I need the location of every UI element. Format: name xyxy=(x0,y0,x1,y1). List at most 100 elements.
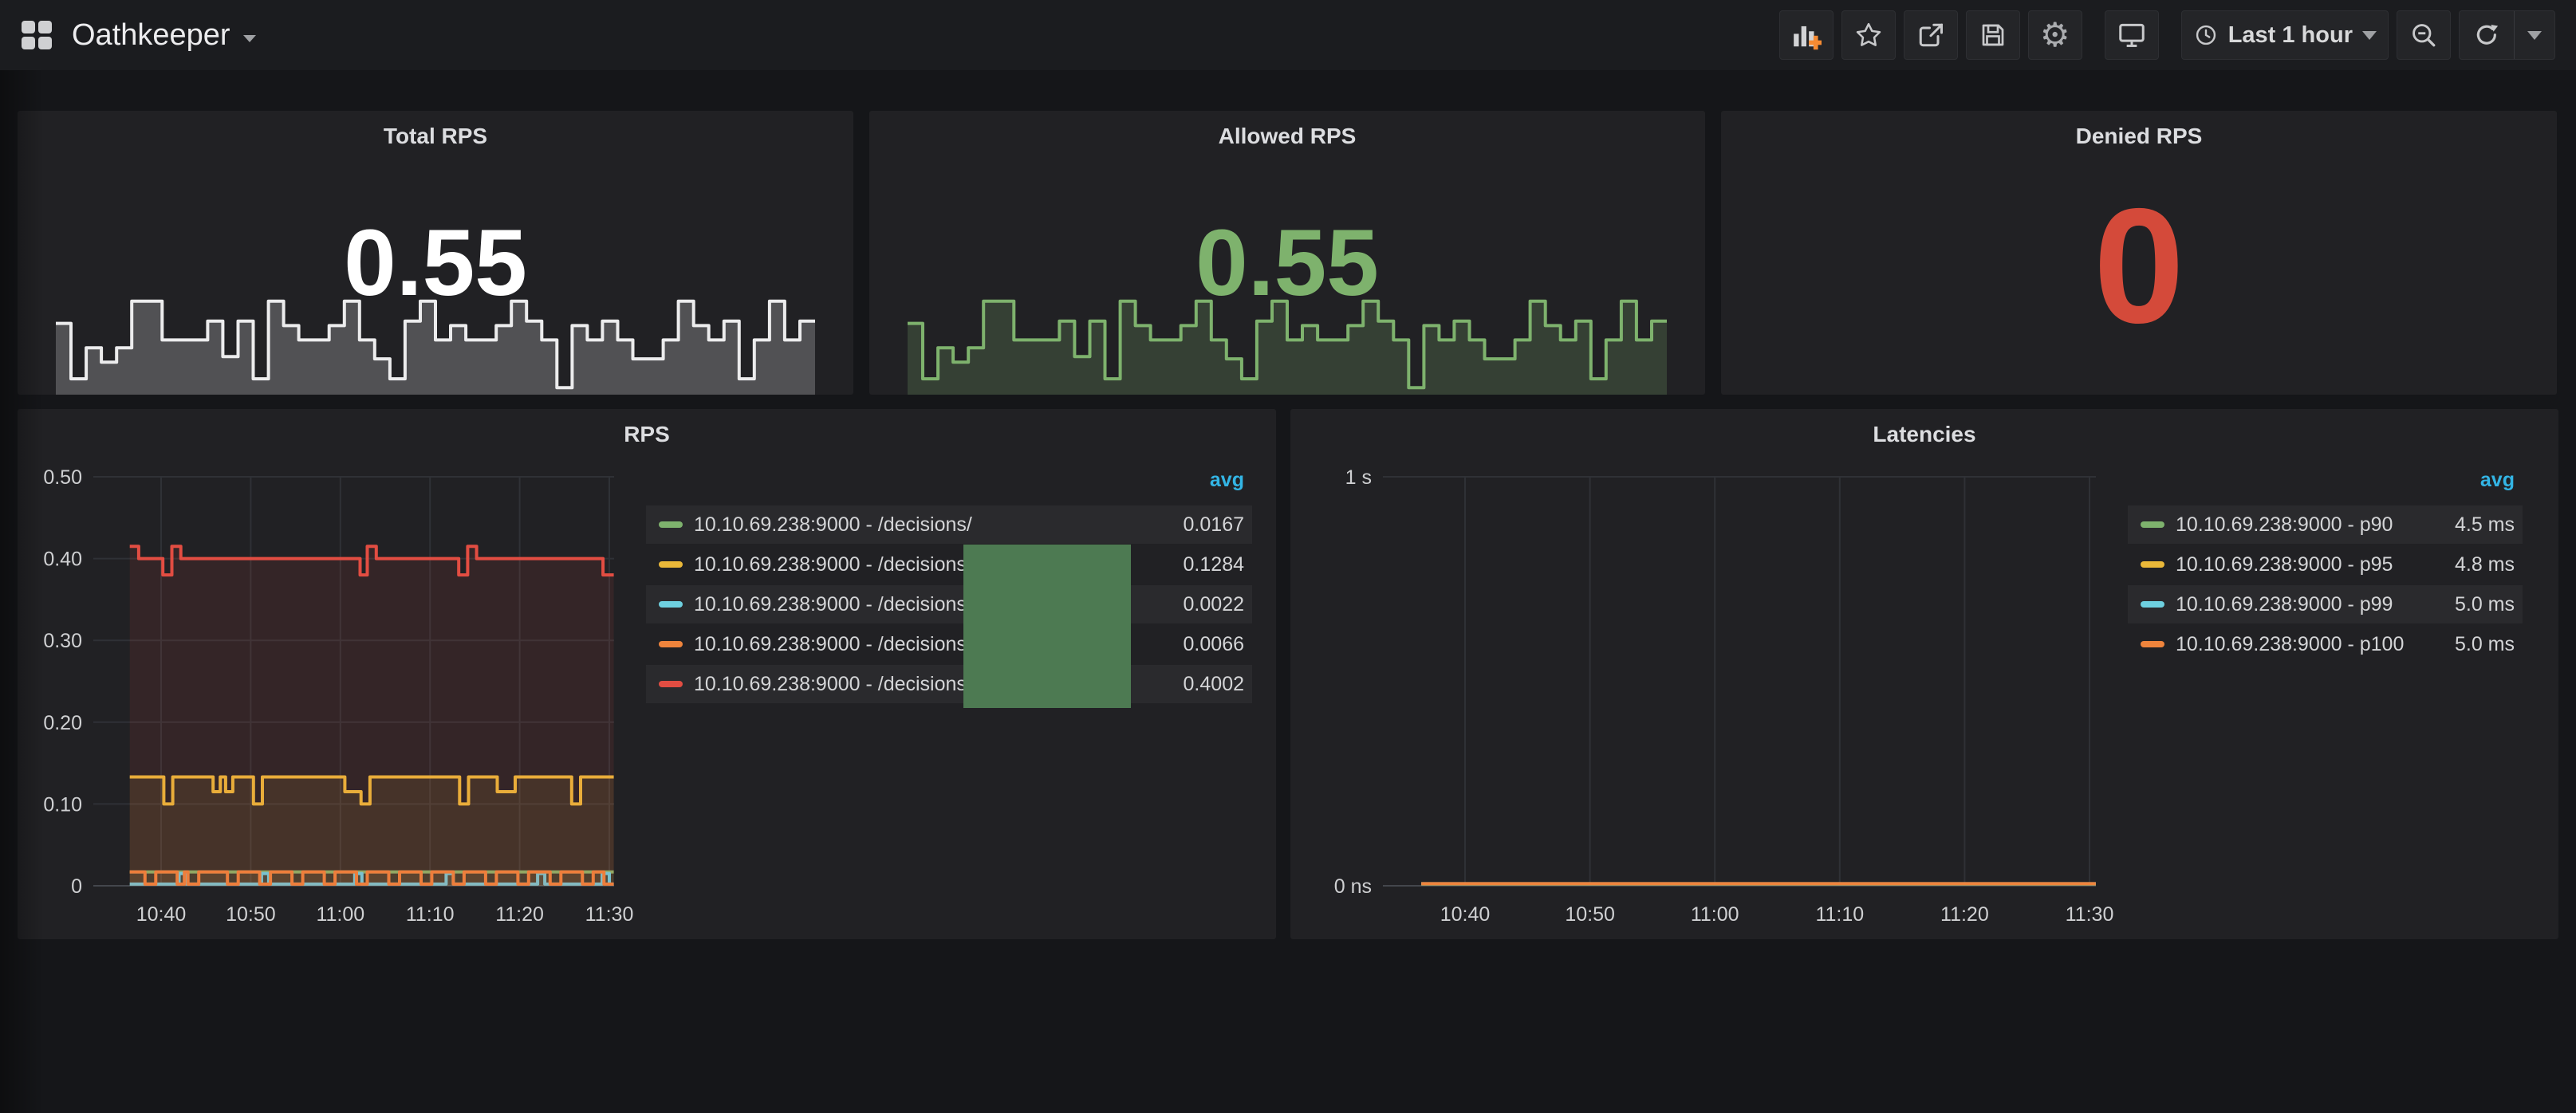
series-avg-value: 4.5 ms xyxy=(2455,513,2515,537)
panel-total-rps: Total RPS 0.55 xyxy=(18,111,853,395)
legend-row[interactable]: 10.10.69.238:9000 - /decisions/ 0.4002 xyxy=(646,665,1252,703)
dashboard-dropdown-caret-icon[interactable] xyxy=(243,35,256,42)
refresh-split-button xyxy=(2459,10,2555,60)
series-color-dash xyxy=(659,561,683,568)
refresh-interval-caret-icon xyxy=(2527,31,2542,40)
legend-row[interactable]: 10.10.69.238:9000 - /decisions/ 0.0022 xyxy=(646,585,1252,623)
svg-text:11:10: 11:10 xyxy=(1815,903,1864,926)
svg-text:0.20: 0.20 xyxy=(43,712,82,734)
add-panel-icon xyxy=(1791,20,1822,50)
panel-title[interactable]: Total RPS xyxy=(18,124,853,149)
svg-text:1 s: 1 s xyxy=(1345,466,1372,489)
panel-title[interactable]: Denied RPS xyxy=(1721,124,2557,149)
svg-text:0 ns: 0 ns xyxy=(1334,875,1372,898)
panel-denied-rps: Denied RPS 0 xyxy=(1721,111,2557,395)
svg-text:0.40: 0.40 xyxy=(43,549,82,571)
panel-allowed-rps: Allowed RPS 0.55 xyxy=(869,111,1705,395)
refresh-button[interactable] xyxy=(2460,11,2514,59)
legend-row[interactable]: 10.10.69.238:9000 - p99 5.0 ms xyxy=(2128,585,2523,623)
share-icon xyxy=(1916,21,1945,49)
svg-text:10:40: 10:40 xyxy=(136,903,187,926)
latencies-legend: avg 10.10.69.238:9000 - p90 4.5 ms 10.10… xyxy=(2128,469,2523,665)
series-name: 10.10.69.238:9000 - p95 xyxy=(2176,553,2439,576)
series-name: 10.10.69.238:9000 - p99 xyxy=(2176,593,2439,616)
svg-text:0.30: 0.30 xyxy=(43,630,82,652)
legend-row[interactable]: 10.10.69.238:9000 - p95 4.8 ms xyxy=(2128,545,2523,584)
series-avg-value: 5.0 ms xyxy=(2455,633,2515,656)
dashboard-title[interactable]: Oathkeeper xyxy=(72,18,230,53)
monitor-icon xyxy=(2117,20,2147,50)
series-color-dash xyxy=(2141,561,2164,568)
legend-row[interactable]: 10.10.69.238:9000 - /decisions/ 0.0167 xyxy=(646,505,1252,544)
svg-text:11:00: 11:00 xyxy=(1691,903,1739,926)
series-name: 10.10.69.238:9000 - /decisions/ xyxy=(694,513,1168,537)
star-dashboard-button[interactable] xyxy=(1841,10,1896,60)
time-range-label: Last 1 hour xyxy=(2228,22,2353,49)
gear-icon: ⚙ xyxy=(2040,18,2070,52)
svg-text:10:50: 10:50 xyxy=(226,903,276,926)
panel-title[interactable]: RPS xyxy=(18,422,1276,447)
stat-value: 0.55 xyxy=(869,216,1705,310)
series-avg-value: 5.0 ms xyxy=(2455,593,2515,616)
series-avg-value: 4.8 ms xyxy=(2455,553,2515,576)
legend-overlay-artifact xyxy=(963,545,1131,708)
legend-row[interactable]: 10.10.69.238:9000 - /decisions/ 0.1284 xyxy=(646,545,1252,584)
svg-text:0: 0 xyxy=(71,875,82,898)
svg-text:11:10: 11:10 xyxy=(406,903,455,926)
refresh-icon xyxy=(2472,21,2501,49)
star-icon xyxy=(1854,21,1883,49)
series-color-dash xyxy=(2141,641,2164,647)
share-dashboard-button[interactable] xyxy=(1904,10,1958,60)
zoom-out-time-button[interactable] xyxy=(2397,10,2451,60)
svg-text:11:20: 11:20 xyxy=(1940,903,1989,926)
series-color-dash xyxy=(659,641,683,647)
navbar: Oathkeeper xyxy=(0,0,2576,70)
time-range-picker[interactable]: Last 1 hour xyxy=(2181,10,2389,60)
legend-row[interactable]: 10.10.69.238:9000 - p100 5.0 ms xyxy=(2128,625,2523,663)
series-color-dash xyxy=(2141,601,2164,608)
legend-row[interactable]: 10.10.69.238:9000 - p90 4.5 ms xyxy=(2128,505,2523,544)
series-avg-value: 0.1284 xyxy=(1184,553,1244,576)
svg-text:11:20: 11:20 xyxy=(495,903,544,926)
clock-icon xyxy=(2193,22,2219,48)
legend-row[interactable]: 10.10.69.238:9000 - /decisions/ 0.0066 xyxy=(646,625,1252,663)
svg-text:0.10: 0.10 xyxy=(43,793,82,816)
legend-avg-header[interactable]: avg xyxy=(2128,469,2523,505)
series-name: 10.10.69.238:9000 - p100 xyxy=(2176,633,2439,656)
series-name: 10.10.69.238:9000 - p90 xyxy=(2176,513,2439,537)
save-icon xyxy=(1979,21,2007,49)
stat-value: 0 xyxy=(1721,184,2557,348)
dashboard-settings-button[interactable]: ⚙ xyxy=(2028,10,2082,60)
add-panel-button[interactable] xyxy=(1779,10,1834,60)
refresh-interval-dropdown[interactable] xyxy=(2515,11,2554,59)
panel-actions-group: ⚙ xyxy=(1779,10,2082,60)
svg-text:11:30: 11:30 xyxy=(2066,903,2114,926)
panel-latencies-graph: Latencies 1 s 0 ns 10:40 10:50 11:00 11:10 11:… xyxy=(1290,409,2558,939)
series-avg-value: 0.0066 xyxy=(1184,633,1244,656)
svg-text:10:50: 10:50 xyxy=(1565,903,1615,926)
series-color-dash xyxy=(659,521,683,528)
series-color-dash xyxy=(2141,521,2164,528)
svg-text:10:40: 10:40 xyxy=(1440,903,1491,926)
rps-legend: avg 10.10.69.238:9000 - /decisions/ 0.01… xyxy=(646,469,1252,705)
save-dashboard-button[interactable] xyxy=(1966,10,2020,60)
series-color-dash xyxy=(659,601,683,608)
cycle-view-mode-button[interactable] xyxy=(2105,10,2159,60)
panel-rps-graph: RPS 0.50 0.40 0.30 0.20 0.10 0 10:40 10:50 11:00… xyxy=(18,409,1276,939)
panel-title[interactable]: Latencies xyxy=(1290,422,2558,447)
stat-value: 0.55 xyxy=(18,216,853,310)
time-range-caret-icon xyxy=(2362,31,2377,40)
svg-text:11:30: 11:30 xyxy=(585,903,634,926)
svg-text:0.50: 0.50 xyxy=(43,466,82,489)
series-avg-value: 0.0022 xyxy=(1184,593,1244,616)
series-color-dash xyxy=(659,681,683,687)
grafana-logo[interactable] xyxy=(21,19,53,51)
legend-avg-header[interactable]: avg xyxy=(646,469,1252,505)
panel-title[interactable]: Allowed RPS xyxy=(869,124,1705,149)
grid-logo-icon xyxy=(21,19,53,51)
series-avg-value: 0.0167 xyxy=(1184,513,1244,537)
zoom-out-icon xyxy=(2409,21,2438,49)
time-controls-group: Last 1 hour xyxy=(2181,10,2555,60)
svg-text:11:00: 11:00 xyxy=(316,903,364,926)
series-avg-value: 0.4002 xyxy=(1184,673,1244,696)
